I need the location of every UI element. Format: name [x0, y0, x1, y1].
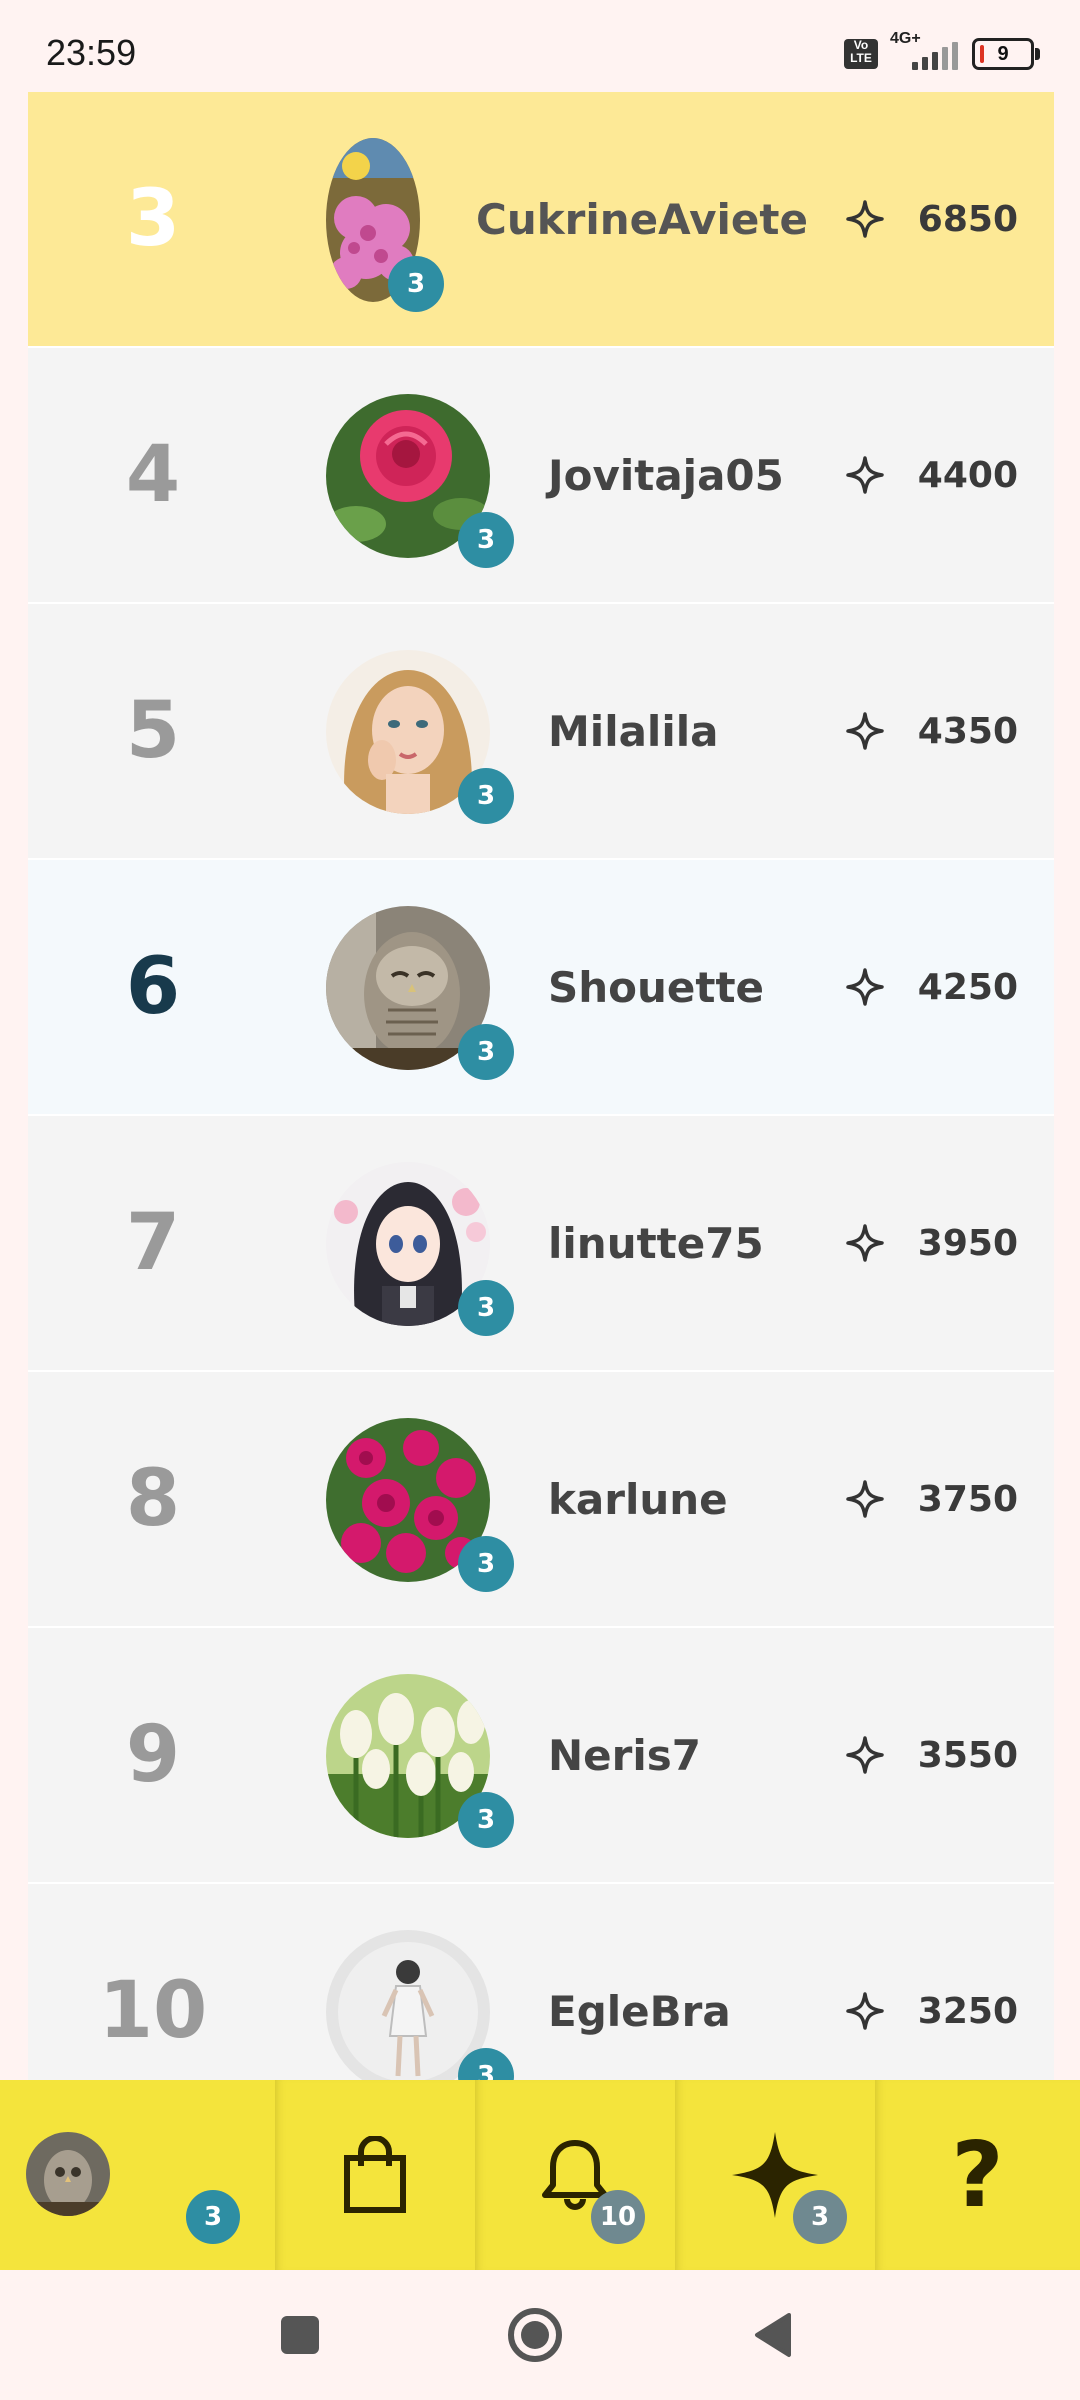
score: 3750: [844, 1372, 1018, 1626]
help-icon: ?: [951, 2122, 1004, 2228]
sparkle-outline-icon: [844, 198, 886, 240]
sparkle-outline-icon: [844, 710, 886, 752]
level-badge: 3: [458, 1536, 514, 1592]
points-value: 3550: [917, 1734, 1018, 1776]
points-value: 3950: [917, 1222, 1018, 1264]
home-button[interactable]: [500, 2300, 570, 2370]
status-icons: Vo LTE 4G+ 9: [844, 30, 1040, 72]
sparkle-outline-icon: [844, 1478, 886, 1520]
user-avatar[interactable]: 3: [326, 394, 514, 568]
volte-icon: Vo LTE: [844, 39, 878, 69]
home-circle-icon: [508, 2308, 562, 2362]
level-badge: 3: [458, 1024, 514, 1080]
sparkle-outline-icon: [844, 966, 886, 1008]
username: linutte75: [548, 1218, 764, 1268]
points-value: 3250: [917, 1990, 1018, 2032]
rank-number: 10: [98, 1966, 208, 2056]
leaderboard-row[interactable]: 9 3 Neris7 3550: [28, 1628, 1054, 1884]
leaderboard-list[interactable]: 3 3 CukrineAviete 6850 4 3 Jovitaja05 4400 5 3 Mil…: [28, 92, 1054, 2080]
user-avatar[interactable]: 3: [326, 1674, 514, 1848]
shopping-bag-icon: [344, 2136, 406, 2213]
level-badge: 3: [458, 512, 514, 568]
notifications-count-badge: 10: [591, 2190, 645, 2244]
rank-number: 4: [125, 430, 181, 520]
rank-number: 5: [125, 686, 181, 776]
score: 3950: [844, 1116, 1018, 1370]
rank-number: 8: [125, 1454, 181, 1544]
bottom-tab-bar: 3 10 3 ?: [0, 2080, 1080, 2270]
level-badge: 3: [458, 1792, 514, 1848]
user-avatar[interactable]: 3: [326, 1418, 514, 1592]
tab-help[interactable]: ?: [875, 2080, 1080, 2270]
score: 4400: [844, 348, 1018, 602]
recents-button[interactable]: [265, 2300, 335, 2370]
rank-number: 7: [125, 1198, 181, 1288]
battery-icon: 9: [972, 38, 1040, 70]
points-value: 4350: [917, 710, 1018, 752]
sparkle-outline-icon: [844, 1734, 886, 1776]
leaderboard-row[interactable]: 3 3 CukrineAviete 6850: [28, 92, 1054, 348]
battery-level: 9: [997, 42, 1009, 65]
user-avatar[interactable]: 3: [326, 138, 490, 312]
sparkle-outline-icon: [844, 454, 886, 496]
score: 3550: [844, 1628, 1018, 1882]
leaderboard-row[interactable]: 5 3 Milalila 4350: [28, 604, 1054, 860]
leaderboard-row[interactable]: 7 3 linutte75 3950: [28, 1116, 1054, 1372]
points-level-badge: 3: [793, 2190, 847, 2244]
tab-notifications[interactable]: 10: [475, 2080, 675, 2270]
system-nav-bar: [0, 2270, 1080, 2400]
leaderboard-row[interactable]: 4 3 Jovitaja05 4400: [28, 348, 1054, 604]
username: EgleBra: [548, 1986, 731, 2036]
score: 4350: [844, 604, 1018, 858]
rank-number: 9: [125, 1710, 181, 1800]
rank-number: 6: [125, 942, 181, 1032]
user-avatar[interactable]: 3: [326, 1162, 514, 1336]
score: 3250: [844, 1884, 1018, 2080]
score: 6850: [844, 92, 1018, 346]
user-avatar[interactable]: 3: [326, 906, 514, 1080]
points-value: 6850: [917, 198, 1018, 240]
points-value: 4250: [917, 966, 1018, 1008]
level-badge: 3: [458, 1280, 514, 1336]
back-button[interactable]: [738, 2300, 808, 2370]
username: Milalila: [548, 706, 719, 756]
profile-avatar: [26, 2132, 110, 2216]
leaderboard-row[interactable]: 10 3 EgleBra 3250: [28, 1884, 1054, 2080]
signal-icon: 4G+: [890, 30, 960, 72]
square-icon: [281, 2316, 319, 2354]
leaderboard-row[interactable]: 6 3 Shouette 4250: [28, 860, 1054, 1116]
level-badge: 3: [458, 768, 514, 824]
username: Shouette: [548, 962, 765, 1012]
back-triangle-icon: [755, 2313, 791, 2357]
level-badge: 3: [388, 256, 444, 312]
rank-number: 3: [125, 174, 181, 264]
user-avatar[interactable]: 3: [326, 650, 514, 824]
username: Neris7: [548, 1730, 701, 1780]
tab-points[interactable]: 3: [675, 2080, 875, 2270]
score: 4250: [844, 860, 1018, 1114]
status-time: 23:59: [46, 32, 137, 73]
profile-level-badge: 3: [186, 2190, 240, 2244]
tab-shop[interactable]: [275, 2080, 475, 2270]
user-avatar[interactable]: 3: [326, 1930, 514, 2080]
status-bar: 23:59 Vo LTE 4G+ 9: [0, 0, 1080, 92]
username: karlune: [548, 1474, 728, 1524]
leaderboard-row[interactable]: 8 3 karlune 3750: [28, 1372, 1054, 1628]
tab-profile[interactable]: 3: [0, 2080, 275, 2270]
username: Jovitaja05: [548, 450, 784, 500]
points-value: 4400: [917, 454, 1018, 496]
username: CukrineAviete: [476, 194, 808, 244]
sparkle-outline-icon: [844, 1222, 886, 1264]
sparkle-outline-icon: [844, 1990, 886, 2032]
points-value: 3750: [917, 1478, 1018, 1520]
